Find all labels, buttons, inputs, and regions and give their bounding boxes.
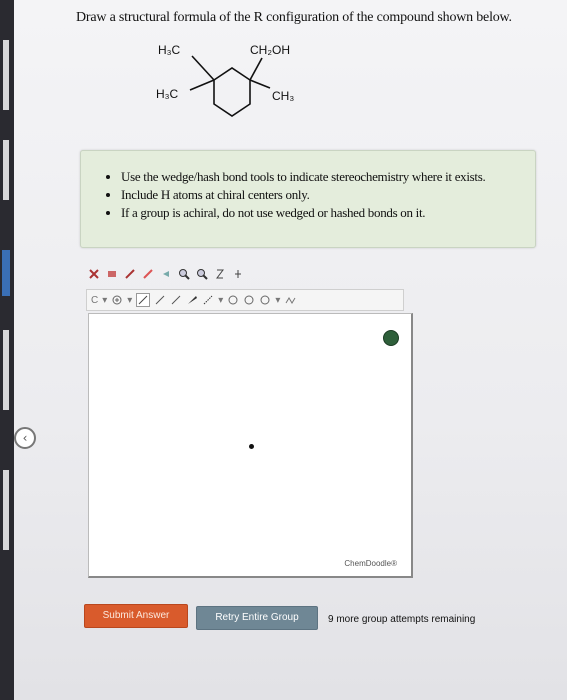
instructions-box: Use the wedge/hash bond tools to indicat…: [80, 150, 536, 248]
bond-ch3-top: [191, 55, 215, 81]
bond-ch3-right: [249, 79, 271, 89]
retry-group-button[interactable]: Retry Entire Group: [196, 606, 318, 630]
element-selector[interactable]: C: [91, 295, 98, 306]
move-icon[interactable]: [142, 268, 154, 280]
editor-toolbar-bonds: C ▾ ▾ ▾ ▾: [86, 289, 404, 311]
molecule-structure: H₃C CH₂OH H₃C CH₃: [156, 43, 294, 117]
question-page: Draw a structural formula of the R confi…: [14, 0, 567, 700]
label-ch2oh: CH₂OH: [250, 43, 290, 57]
hash-bond-icon[interactable]: [202, 294, 214, 306]
attempts-remaining: 9 more group attempts remaining: [328, 614, 476, 625]
cursor-dot: [249, 444, 254, 449]
ring-icon[interactable]: [227, 294, 239, 306]
chevron-down-icon[interactable]: ▾: [102, 295, 107, 306]
label-ch3: CH₃: [272, 89, 294, 103]
monitor-bezel: [0, 0, 14, 700]
instruction-item: Include H atoms at chiral centers only.: [121, 187, 535, 203]
flip-icon[interactable]: [232, 268, 244, 280]
single-bond-icon[interactable]: [136, 293, 151, 307]
chevron-down-icon[interactable]: ▾: [275, 295, 280, 306]
bezel-highlight: [3, 330, 9, 410]
label-h3c-left: H₃C: [156, 87, 179, 101]
question-text: Draw a structural formula of the R confi…: [76, 10, 512, 25]
double-bond-icon[interactable]: [154, 294, 166, 306]
chevron-left-icon[interactable]: ‹: [14, 427, 36, 449]
bond-ch3-left: [189, 79, 215, 91]
zoom-icon[interactable]: [383, 330, 399, 346]
label-h3c-top: H₃C: [158, 43, 181, 57]
chevron-down-icon[interactable]: ▾: [218, 295, 223, 306]
lasso-icon[interactable]: [124, 268, 136, 280]
drawing-canvas[interactable]: ChemDoodle®: [88, 313, 413, 578]
clean-icon[interactable]: [214, 268, 226, 280]
undo-icon[interactable]: [160, 268, 172, 280]
charge-icon[interactable]: [111, 294, 123, 306]
chevron-down-icon[interactable]: ▾: [127, 295, 132, 306]
bezel-blue-light: [2, 250, 10, 296]
ring-icon[interactable]: [243, 294, 255, 306]
eraser-icon[interactable]: [106, 268, 118, 280]
bezel-highlight: [3, 470, 9, 550]
editor-toolbar-top: [88, 266, 244, 282]
triple-bond-icon[interactable]: [170, 294, 182, 306]
clear-icon[interactable]: [88, 268, 100, 280]
submit-answer-button[interactable]: Submit Answer: [84, 604, 188, 628]
bond-ch2oh: [249, 57, 263, 81]
zoom-out-icon[interactable]: [196, 268, 208, 280]
ring-bonds: [213, 67, 251, 117]
chemdoodle-watermark: ChemDoodle®: [344, 559, 397, 568]
chain-icon[interactable]: [284, 294, 296, 306]
instruction-item: If a group is achiral, do not use wedged…: [121, 205, 535, 221]
bezel-highlight: [3, 140, 9, 200]
ring-icon[interactable]: [259, 294, 271, 306]
zoom-in-icon[interactable]: [178, 268, 190, 280]
wedge-bond-icon[interactable]: [186, 294, 198, 306]
bezel-highlight: [3, 40, 9, 110]
instruction-item: Use the wedge/hash bond tools to indicat…: [121, 169, 535, 185]
